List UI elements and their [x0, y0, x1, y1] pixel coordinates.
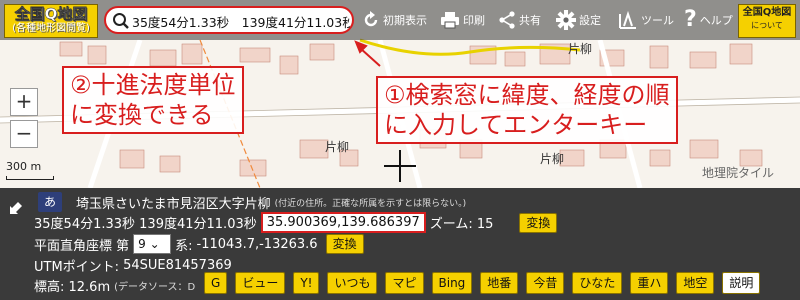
collapse-arrow-icon[interactable]: [8, 200, 24, 216]
info-panel: あ 埼玉県さいたま市見沼区大字片柳 (付近の住所。正確な所属を示すとは限らない。…: [0, 188, 800, 300]
help-icon: ?: [684, 7, 697, 32]
reset-view-label: 初期表示: [383, 14, 427, 27]
logo-title: 全国Q地図: [14, 5, 88, 23]
scale-line: [6, 176, 54, 180]
plane-label: 平面直角座標 第: [34, 238, 130, 254]
decimal-coords[interactable]: 35.900369,139.686397: [260, 212, 426, 233]
plane-kei-label: 系:: [175, 238, 193, 254]
annotation-line: に入力してエンターキー: [384, 111, 648, 139]
map-attribution[interactable]: 地理院タイル: [702, 164, 774, 181]
convert-button[interactable]: 変換: [519, 212, 558, 233]
tools-icon: [619, 10, 636, 29]
annotation-search: ①検索窓に緯度、経度の順 に入力してエンターキー: [376, 76, 678, 144]
settings-button[interactable]: 設定: [556, 8, 601, 32]
address-text: 埼玉県さいたま市見沼区大字片柳: [76, 196, 271, 212]
reset-view-button[interactable]: 初期表示: [362, 8, 427, 32]
link-hinata[interactable]: ひなた: [572, 272, 623, 294]
link-chiban[interactable]: 地番: [480, 272, 519, 294]
zoom-out-button[interactable]: −: [10, 120, 38, 148]
plane-row: 平面直角座標 第 9 ⌄ 系: -11043.7,-13263.6 変換: [34, 234, 364, 254]
map-place-label: 片柳: [568, 42, 593, 56]
plane-zone-value: 9: [138, 237, 146, 251]
plane-convert-button[interactable]: 変換: [325, 234, 364, 254]
elevation-value: 標高: 12.6m: [34, 280, 111, 295]
print-label: 印刷: [463, 14, 485, 27]
scale-label: 300 m: [6, 160, 42, 173]
link-description[interactable]: 説明: [722, 272, 761, 294]
dms-coords: 35度54分1.33秒 139度41分11.03秒: [34, 217, 257, 232]
about-subtitle: について: [751, 21, 783, 30]
annotation-line: ②十進法度単位: [70, 71, 236, 99]
plane-coords: -11043.7,-13263.6: [196, 236, 318, 252]
annotation-decimal: ②十進法度単位 に変換できる: [62, 66, 244, 134]
link-view[interactable]: ビュー: [235, 272, 286, 294]
chevron-down-icon: ⌄: [149, 237, 160, 251]
about-title: 全国Q地図: [742, 7, 792, 18]
search-icon[interactable]: [112, 12, 130, 30]
tools-button[interactable]: ツール: [618, 8, 674, 32]
zoom-level: ズーム: 15: [429, 217, 494, 232]
help-button[interactable]: ? ヘルプ: [684, 8, 733, 32]
annotation-line: ①検索窓に緯度、経度の順: [384, 81, 670, 109]
utm-value: 54SUE81457369: [123, 258, 232, 273]
share-label: 共有: [519, 14, 541, 27]
link-juhachi[interactable]: 重ハ: [630, 272, 669, 294]
refresh-icon: [364, 11, 378, 27]
zoom-in-button[interactable]: +: [10, 88, 38, 116]
address-row: あ 埼玉県さいたま市見沼区大字片柳 (付近の住所。正確な所属を示すとは限らない。…: [38, 192, 466, 212]
top-toolbar: 全国Q地図 (各種地形図閲覧) 初期表示 印刷 共有: [0, 0, 800, 40]
link-google[interactable]: G: [204, 272, 228, 294]
search-box: [104, 6, 354, 34]
link-chiku[interactable]: 地空: [676, 272, 715, 294]
gear-icon: [556, 10, 576, 30]
scale-bar: 300 m: [6, 160, 54, 180]
search-input[interactable]: [132, 11, 350, 31]
address-note: (付近の住所。正確な所属を示すとは限らない。): [274, 198, 467, 209]
plane-zone-select[interactable]: 9 ⌄: [133, 234, 172, 254]
elevation-source: (データソース：D: [114, 282, 196, 293]
logo-subtitle: (各種地形図閲覧): [12, 23, 90, 34]
coords-row: 35度54分1.33秒 139度41分11.03秒 35.900369,139.…: [34, 212, 558, 233]
printer-icon: [441, 12, 459, 29]
external-map-links: G ビュー Y! いつも マピ Bing 地番 今昔 ひなた 重ハ 地空 説明: [204, 272, 761, 294]
map-place-label: 片柳: [325, 140, 350, 154]
share-button[interactable]: 共有: [498, 8, 541, 32]
app-logo[interactable]: 全国Q地図 (各種地形図閲覧): [4, 4, 98, 38]
link-mapion[interactable]: マピ: [385, 272, 424, 294]
tools-label: ツール: [641, 14, 674, 27]
link-konjaku[interactable]: 今昔: [526, 272, 565, 294]
utm-row: UTMポイント: 54SUE81457369: [34, 256, 232, 275]
annotation-line: に変換できる: [70, 101, 214, 129]
map-place-label: 片柳: [540, 152, 565, 166]
link-itsumo[interactable]: いつも: [327, 272, 378, 294]
address-badge[interactable]: あ: [38, 192, 62, 212]
link-yahoo[interactable]: Y!: [293, 272, 320, 294]
about-button[interactable]: 全国Q地図 について: [738, 4, 796, 38]
help-label: ヘルプ: [699, 14, 733, 27]
link-bing[interactable]: Bing: [431, 272, 473, 294]
share-icon: [499, 11, 515, 29]
settings-label: 設定: [579, 14, 601, 27]
elevation-row: 標高: 12.6m (データソース：D: [34, 276, 195, 295]
print-button[interactable]: 印刷: [440, 8, 485, 32]
utm-label: UTMポイント:: [34, 260, 120, 275]
